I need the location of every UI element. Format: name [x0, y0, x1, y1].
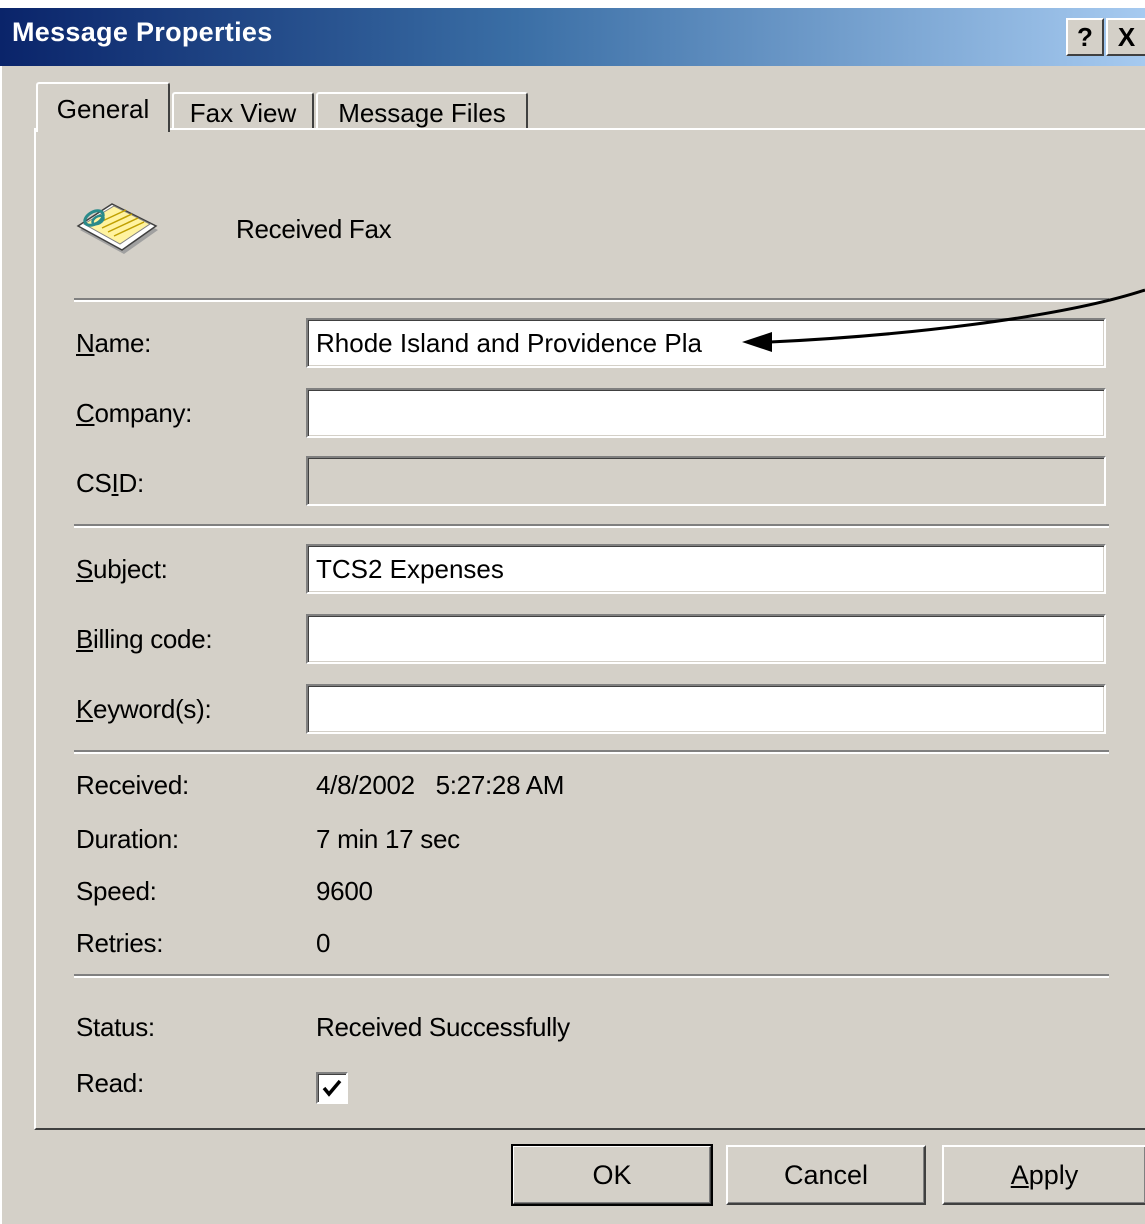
callout-arrow	[742, 288, 1145, 352]
